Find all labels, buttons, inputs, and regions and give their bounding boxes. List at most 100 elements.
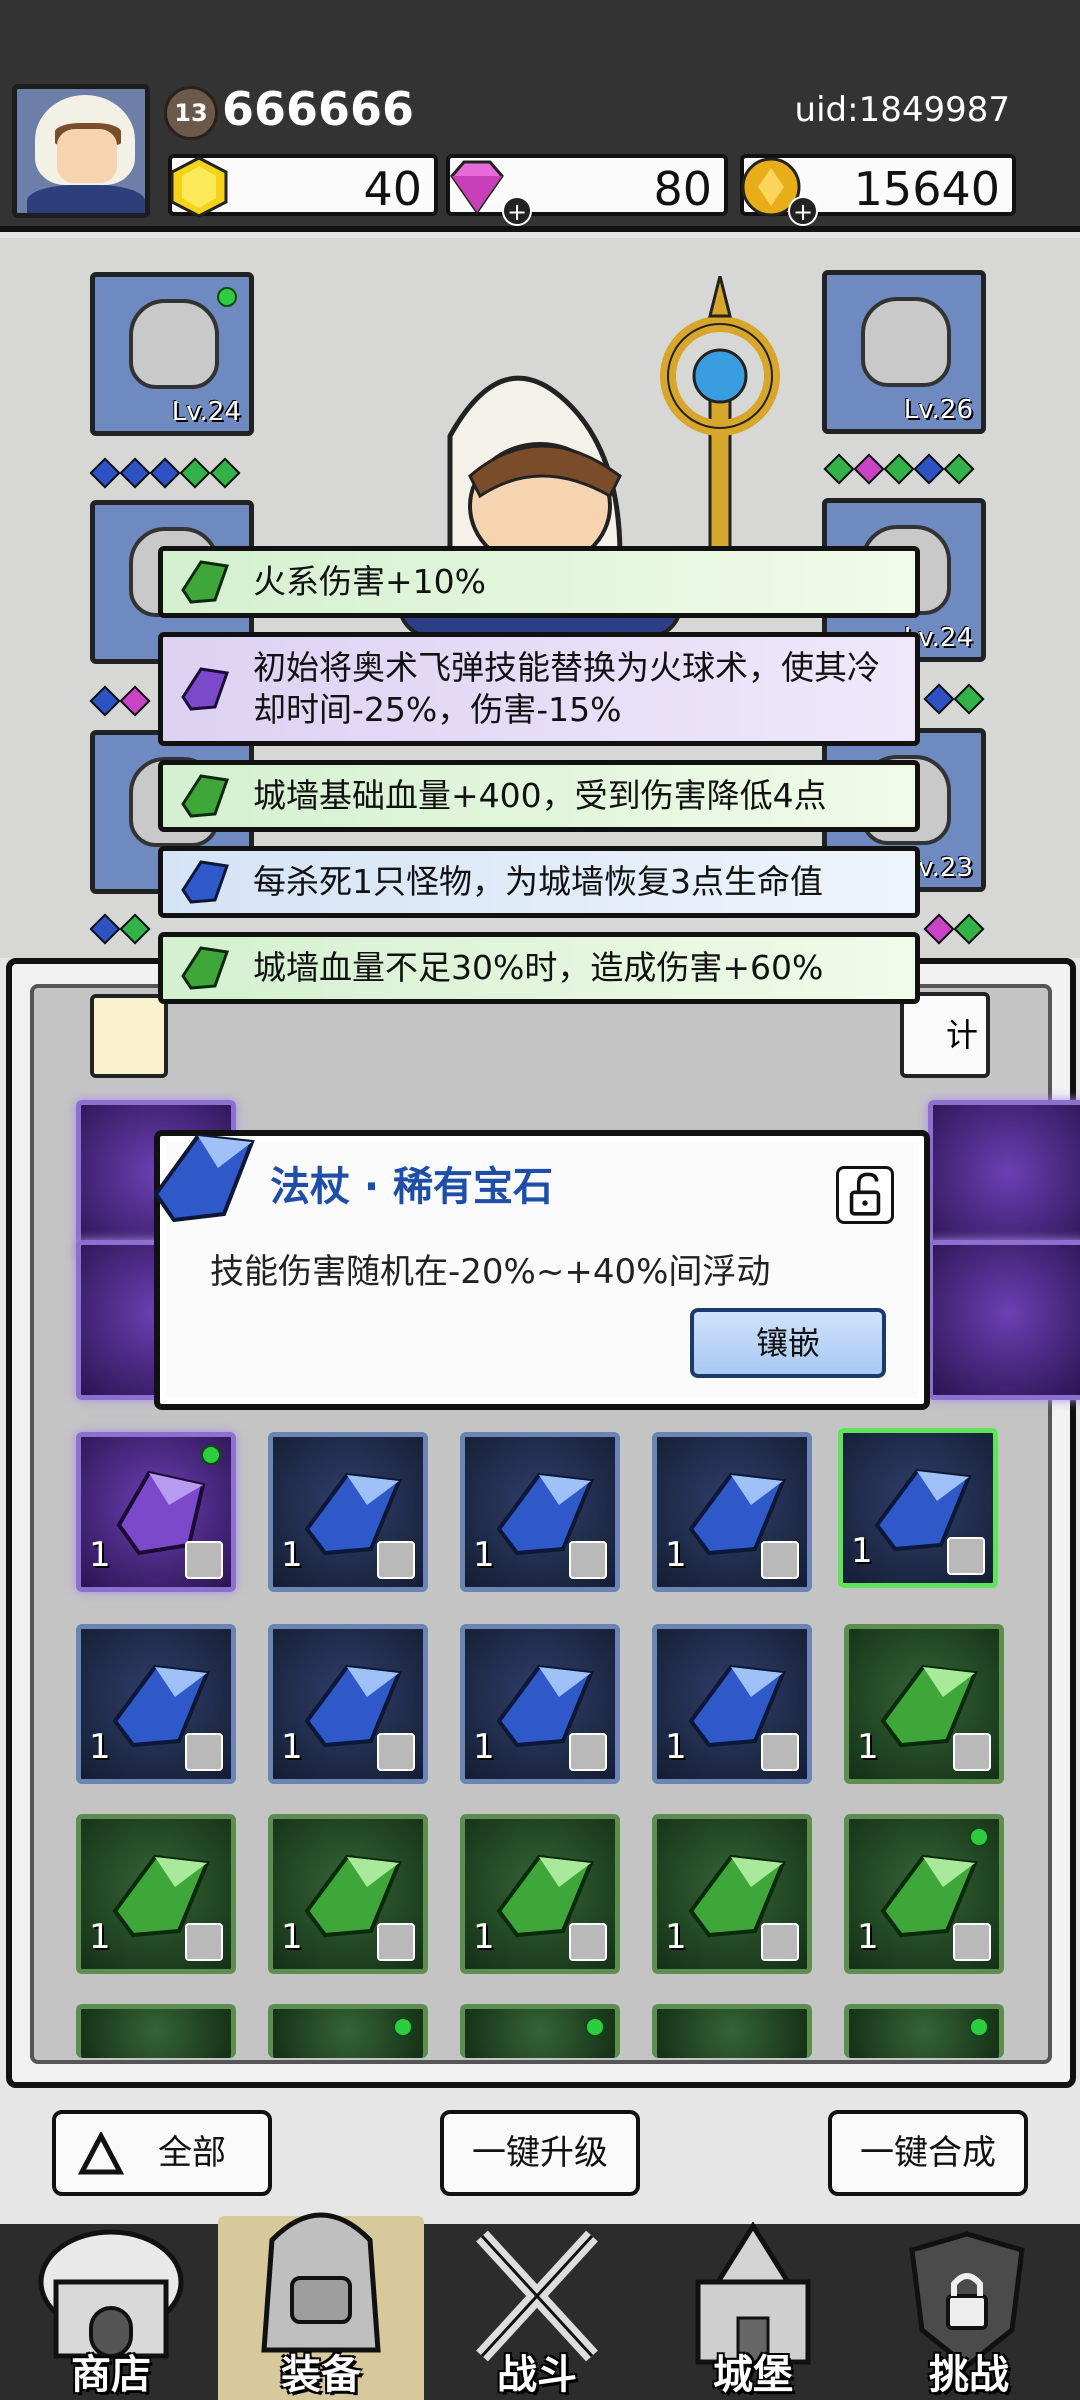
gem-cell[interactable]: 1 bbox=[76, 1432, 236, 1592]
effect-card: 城墙血量不足30%时，造成伤害+60% bbox=[158, 932, 920, 1004]
slot-type-icon bbox=[761, 1733, 799, 1771]
triangle-filter-icon bbox=[78, 2132, 124, 2175]
diamond-value: 80 bbox=[653, 162, 712, 216]
gem-cell[interactable]: 1 bbox=[268, 1624, 428, 1784]
player-level-badge: 13 bbox=[164, 86, 218, 140]
gem-cell[interactable]: 1 bbox=[76, 1814, 236, 1974]
gem-effect-list: 火系伤害+10% 初始将奥术飞弹技能替换为火球术，使其冷却时间-25%，伤害-1… bbox=[158, 546, 920, 1018]
new-dot bbox=[393, 2017, 413, 2037]
green-gem-icon bbox=[181, 560, 230, 604]
upgrade-dot bbox=[217, 287, 237, 307]
gem-count: 1 bbox=[89, 1917, 111, 1957]
effect-text: 每杀死1只怪物，为城墙恢复3点生命值 bbox=[253, 862, 823, 901]
power-value: 666666 bbox=[222, 82, 415, 136]
slot-type-icon bbox=[947, 1537, 985, 1575]
equip-slot-gauntlet[interactable]: Lv.26 bbox=[822, 270, 986, 434]
gauntlet-gem-slots bbox=[823, 453, 975, 485]
new-dot bbox=[201, 1445, 221, 1465]
nav-shop[interactable]: 商店 bbox=[8, 2216, 214, 2400]
gem-cell[interactable]: 1 bbox=[844, 1624, 1004, 1784]
gem-count: 1 bbox=[473, 1917, 495, 1957]
nav-equipment[interactable]: 装备 bbox=[218, 2212, 424, 2400]
top-bar: 13 666666 uid:1849987 40 + 80 + 15640 bbox=[0, 0, 1080, 232]
merge-all-button[interactable]: 一键合成 bbox=[828, 2110, 1028, 2196]
gem-cell[interactable]: 1 bbox=[460, 1814, 620, 1974]
effect-text: 城墙基础血量+400，受到伤害降低4点 bbox=[253, 776, 827, 815]
slot-type-icon bbox=[377, 1923, 415, 1961]
effect-card: 火系伤害+10% bbox=[158, 546, 920, 618]
gem-cell[interactable] bbox=[460, 2004, 620, 2058]
gem-count: 1 bbox=[89, 1535, 111, 1575]
gold-bar-resource: 40 bbox=[168, 154, 438, 218]
gem-count: 1 bbox=[857, 1727, 879, 1767]
slot-type-icon bbox=[569, 1541, 607, 1579]
effect-card: 每杀死1只怪物，为城墙恢复3点生命值 bbox=[158, 846, 920, 918]
upgrade-all-button[interactable]: 一键升级 bbox=[440, 2110, 640, 2196]
green-gem-icon bbox=[181, 774, 230, 818]
necklace-gem-slots bbox=[923, 913, 985, 945]
slot-type-icon bbox=[185, 1541, 223, 1579]
diamond-resource: + 80 bbox=[446, 154, 728, 226]
slot-type-icon bbox=[761, 1541, 799, 1579]
inlay-button[interactable]: 镶嵌 bbox=[690, 1308, 886, 1378]
nav-castle[interactable]: 城堡 bbox=[650, 2216, 856, 2400]
gem-cell[interactable]: 1 bbox=[652, 1432, 812, 1592]
nav-castle-label: 城堡 bbox=[713, 2352, 793, 2398]
green-gem-icon bbox=[181, 946, 230, 990]
slot-type-icon bbox=[761, 1923, 799, 1961]
unlock-icon[interactable] bbox=[836, 1166, 894, 1224]
gem-cell[interactable]: 1 bbox=[652, 1624, 812, 1784]
nav-battle[interactable]: 战斗 bbox=[434, 2216, 640, 2400]
gem-cell[interactable]: 1 bbox=[268, 1814, 428, 1974]
slot-type-icon bbox=[185, 1733, 223, 1771]
effect-card: 初始将奥术飞弹技能替换为火球术，使其冷却时间-25%，伤害-15% bbox=[158, 632, 920, 746]
gem-cell[interactable] bbox=[928, 1100, 1080, 1260]
coin-resource: + 15640 bbox=[740, 154, 1016, 226]
gem-count: 1 bbox=[665, 1917, 687, 1957]
gem-cell[interactable]: 1 bbox=[844, 1814, 1004, 1974]
new-dot bbox=[969, 2017, 989, 2037]
shop-icon bbox=[38, 2229, 184, 2359]
gem-cell[interactable] bbox=[76, 2004, 236, 2058]
coin-add-icon[interactable]: + bbox=[788, 196, 818, 226]
nav-battle-label: 战斗 bbox=[497, 2352, 577, 2398]
gem-cell[interactable]: 1 bbox=[460, 1624, 620, 1784]
slot-type-icon bbox=[569, 1923, 607, 1961]
gem-cell[interactable]: 1 bbox=[268, 1432, 428, 1592]
gem-description: 技能伤害随机在-20%~+40%间浮动 bbox=[210, 1252, 771, 1292]
diamond-add-icon[interactable]: + bbox=[502, 196, 532, 226]
gem-count: 1 bbox=[281, 1727, 303, 1767]
slot-type-icon bbox=[377, 1541, 415, 1579]
gem-detail-popup: 法杖 · 稀有宝石 技能伤害随机在-20%~+40%间浮动 镶嵌 bbox=[153, 1130, 930, 1410]
gem-cell[interactable] bbox=[268, 2004, 428, 2058]
filter-all-label: 全部 bbox=[158, 2133, 226, 2173]
effect-text: 初始将奥术飞弹技能替换为火球术，使其冷却时间-25%，伤害-15% bbox=[253, 648, 880, 729]
gauntlet-icon bbox=[861, 297, 951, 387]
new-dot bbox=[585, 2017, 605, 2037]
gem-count: 1 bbox=[665, 1727, 687, 1767]
gold-bar-value: 40 bbox=[363, 162, 422, 216]
gem-count: 1 bbox=[281, 1535, 303, 1575]
helmet-icon bbox=[129, 299, 219, 389]
player-avatar[interactable] bbox=[12, 84, 150, 218]
gem-cell[interactable] bbox=[844, 2004, 1004, 2058]
slot-type-icon bbox=[953, 1733, 991, 1771]
nav-equipment-label: 装备 bbox=[281, 2352, 361, 2398]
nav-challenge[interactable]: 挑战 bbox=[866, 2216, 1072, 2400]
boots-gem-slots bbox=[89, 913, 151, 945]
effect-text: 城墙血量不足30%时，造成伤害+60% bbox=[253, 948, 824, 987]
gem-cell-selected[interactable]: 1 bbox=[838, 1428, 998, 1588]
gem-cell[interactable] bbox=[652, 2004, 812, 2058]
gem-cell[interactable] bbox=[928, 1240, 1080, 1400]
gem-cell[interactable]: 1 bbox=[460, 1432, 620, 1592]
gem-count: 1 bbox=[851, 1531, 873, 1571]
helmet-gem-slots bbox=[89, 457, 241, 489]
player-uid: uid:1849987 bbox=[794, 90, 1010, 130]
gem-count: 1 bbox=[281, 1917, 303, 1957]
gem-cell[interactable]: 1 bbox=[76, 1624, 236, 1784]
filter-tab-armor[interactable] bbox=[90, 994, 168, 1078]
equip-slot-helmet[interactable]: Lv.24 bbox=[90, 272, 254, 436]
gem-cell[interactable]: 1 bbox=[652, 1814, 812, 1974]
filter-all-button[interactable]: 全部 bbox=[52, 2110, 272, 2196]
coin-value: 15640 bbox=[853, 162, 1000, 216]
